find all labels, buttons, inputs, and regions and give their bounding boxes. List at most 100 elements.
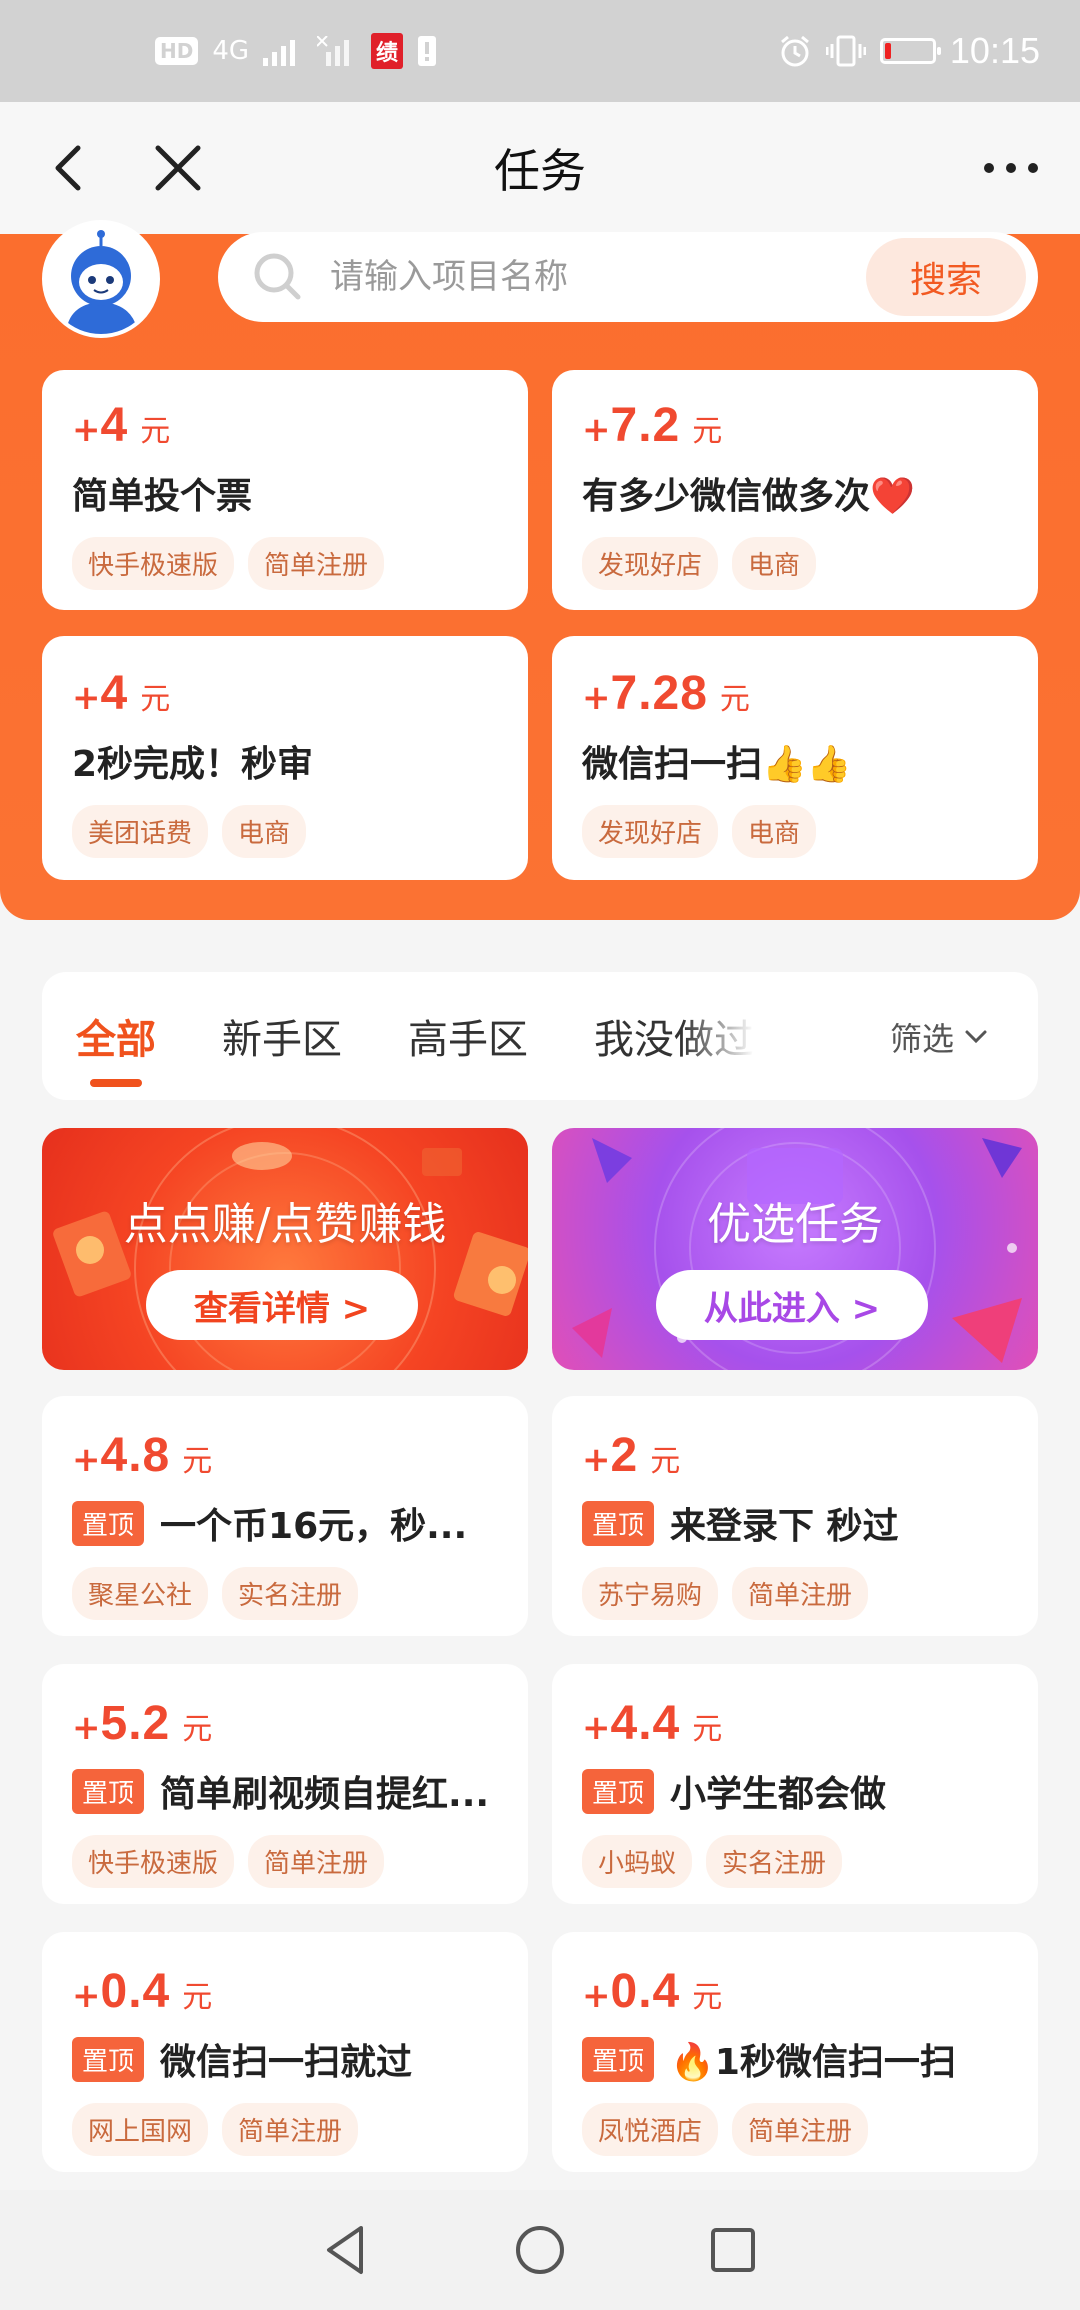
task-title-text: 小学生都会做 [670,1774,887,1815]
task-tag: 电商 [732,805,817,858]
reward-plus: + [582,1440,611,1480]
page-title: 任务 [494,144,586,198]
close-icon[interactable] [148,138,208,198]
reward: + 4.4 元 [582,1696,1008,1751]
chevron-down-icon [965,1030,987,1044]
search-bar: 搜索 [218,232,1038,322]
task-tag: 简单注册 [732,2103,869,2156]
task-title: 简单投个票 [72,467,498,519]
task-title: 置顶 简单刷视频自提红... [72,1765,498,1817]
reward: + 7.28 元 [582,666,1008,721]
pinned-badge: 置顶 [72,1768,145,1814]
tab-all[interactable]: 全部 [76,1007,156,1087]
task-card[interactable]: + 4.4 元 置顶 小学生都会做 小蚂蚁 实名注册 [552,1664,1038,1904]
task-card[interactable]: + 0.4 元 置顶 🔥1秒微信扫一扫 凤悦酒店 简单注册 [552,1932,1038,2172]
featured-task-card[interactable]: + 4 元 简单投个票 快手极速版 简单注册 [42,370,528,610]
task-tag: 电商 [732,537,817,590]
reward-plus: + [582,1708,611,1748]
reward-plus: + [582,678,611,718]
task-tag: 聚星公社 [72,1567,209,1620]
task-title-text: 一个币16元，秒... [160,1506,468,1547]
robot-avatar-icon [46,224,156,334]
task-title: 置顶 微信扫一扫就过 [72,2033,498,2085]
top-nav: 任务 [0,102,1080,234]
reward-plus: + [582,1976,611,2016]
enter-button[interactable]: 从此进入 > [656,1270,928,1340]
search-input[interactable] [330,257,830,297]
task-tag: 小蚂蚁 [582,1835,693,1888]
reward: + 4 元 [72,398,498,453]
task-tag: 电商 [222,805,307,858]
task-tag: 简单注册 [732,1567,869,1620]
back-triangle-icon[interactable] [317,2220,377,2280]
task-tag: 美团话费 [72,805,209,858]
hd-icon: HD [155,37,199,65]
reward-amount: 5.2 [100,1697,171,1750]
reward-plus: + [72,1708,101,1748]
reward-amount: 4 [100,667,129,720]
reward-amount: 7.28 [610,667,708,720]
tab-expert[interactable]: 高手区 [408,1007,528,1065]
task-tag: 简单注册 [248,537,385,590]
task-title-text: 微信扫一扫👍👍 [582,744,852,785]
pinned-badge: 置顶 [72,1500,145,1546]
banner-featured-tasks[interactable]: 优选任务 从此进入 > [552,1128,1038,1370]
alarm-icon [780,35,809,67]
reward-plus: + [582,410,611,450]
task-card[interactable]: + 2 元 置顶 来登录下 秒过 苏宁易购 简单注册 [552,1396,1038,1636]
task-title: 置顶 一个币16元，秒... [72,1497,498,1549]
status-left: HD 4G 绩 [155,33,437,69]
featured-task-card[interactable]: + 4 元 2秒完成！秒审 美团话费 电商 [42,636,528,880]
task-tag: 简单注册 [248,1835,385,1888]
signal-icon [263,40,296,66]
reward: + 5.2 元 [72,1696,498,1751]
task-title-text: 🔥1秒微信扫一扫 [670,2042,956,2083]
filter-button[interactable]: 筛选 [890,1014,988,1060]
system-nav-bar [0,2190,1080,2310]
featured-task-card[interactable]: + 7.2 元 有多少微信做多次❤️ 发现好店 电商 [552,370,1038,610]
status-right: 10:15 [778,30,1040,72]
banner-like-earn[interactable]: 点点赚/点赞赚钱 查看详情 > [42,1128,528,1370]
avatar[interactable] [42,220,160,338]
task-title: 微信扫一扫👍👍 [582,735,1008,787]
reward-unit: 元 [140,414,171,449]
task-card[interactable]: + 5.2 元 置顶 简单刷视频自提红... 快手极速版 简单注册 [42,1664,528,1904]
reward-amount: 0.4 [100,1965,171,2018]
task-tag: 实名注册 [222,1567,359,1620]
task-tag: 苏宁易购 [582,1567,719,1620]
reward-plus: + [72,1440,101,1480]
reward-unit: 元 [650,1444,681,1479]
tag-row: 发现好店 电商 [582,805,1008,858]
tab-beginner[interactable]: 新手区 [222,1007,342,1065]
task-card[interactable]: + 4.8 元 置顶 一个币16元，秒... 聚星公社 实名注册 [42,1396,528,1636]
reward-unit: 元 [182,1444,213,1479]
home-circle-icon[interactable] [510,2220,570,2280]
task-tag: 凤悦酒店 [582,2103,719,2156]
tag-row: 发现好店 电商 [582,537,1008,590]
reward: + 2 元 [582,1428,1008,1483]
vibrate-icon [825,35,866,67]
tag-row: 小蚂蚁 实名注册 [582,1835,1008,1888]
banner-title: 优选任务 [707,1199,883,1250]
featured-task-card[interactable]: + 7.28 元 微信扫一扫👍👍 发现好店 电商 [552,636,1038,880]
more-icon[interactable] [976,138,1046,198]
recents-square-icon[interactable] [703,2220,763,2280]
featured-panel: 搜索 + 4 元 简单投个票 快手极速版 简单注册 + 7.2 元 有多少微信做… [0,220,1080,920]
task-title-text: 2秒完成！秒审 [72,744,314,785]
banner-title: 点点赚/点赞赚钱 [123,1199,447,1250]
reward-amount: 4.4 [610,1697,681,1750]
tab-not-done[interactable]: 我没做过 [594,1007,754,1065]
back-icon[interactable] [40,138,100,198]
task-title-text: 来登录下 秒过 [670,1506,899,1547]
reward-unit: 元 [140,682,171,717]
tag-row: 网上国网 简单注册 [72,2103,498,2156]
task-title-text: 简单刷视频自提红... [160,1774,490,1815]
reward: + 4 元 [72,666,498,721]
task-card[interactable]: + 0.4 元 置顶 微信扫一扫就过 网上国网 简单注册 [42,1932,528,2172]
view-details-button[interactable]: 查看详情 > [146,1270,418,1340]
task-title: 置顶 来登录下 秒过 [582,1497,1008,1549]
reward-unit: 元 [719,682,750,717]
reward-unit: 元 [692,1980,723,2015]
search-button[interactable]: 搜索 [866,238,1026,316]
reward-plus: + [72,1976,101,2016]
